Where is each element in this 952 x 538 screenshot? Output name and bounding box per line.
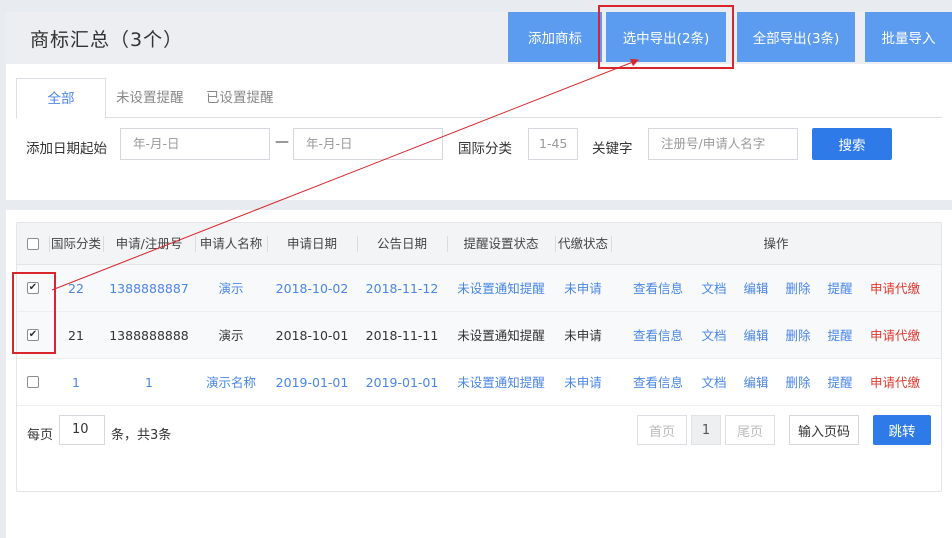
first-page-button[interactable]: 首页 xyxy=(637,415,687,445)
col-actions: 操作 xyxy=(763,236,789,251)
table-header: 国际分类 申请/注册号 申请人名称 申请日期 公告日期 提醒设置状态 代缴状态 … xyxy=(17,223,941,265)
cell-proxy-status: 未申请 xyxy=(564,375,602,390)
remind-link[interactable]: 提醒 xyxy=(823,312,857,359)
add-trademark-button[interactable]: 添加商标 xyxy=(508,12,602,62)
cell-apply-date: 2018-10-02 xyxy=(275,281,349,296)
class-label: 国际分类 xyxy=(458,141,512,157)
keyword-input[interactable]: 注册号/申请人名字 xyxy=(648,128,798,160)
col-apply-date: 申请日期 xyxy=(286,236,337,251)
cell-apply-date: 2019-01-01 xyxy=(275,375,349,390)
view-info-link[interactable]: 查看信息 xyxy=(623,359,693,406)
jump-button[interactable]: 跳转 xyxy=(873,415,931,445)
cell-reg-no[interactable]: 1388888887 xyxy=(103,265,195,312)
remind-link[interactable]: 提醒 xyxy=(823,359,857,406)
trademark-table: 国际分类 申请/注册号 申请人名称 申请日期 公告日期 提醒设置状态 代缴状态 … xyxy=(16,222,942,492)
tab-all[interactable]: 全部 xyxy=(16,78,106,119)
delete-link[interactable]: 删除 xyxy=(781,312,815,359)
view-info-link[interactable]: 查看信息 xyxy=(623,312,693,359)
cell-announce-date: 2018-11-11 xyxy=(365,328,439,343)
col-proxy-status: 代缴状态 xyxy=(557,236,608,251)
document-link[interactable]: 文档 xyxy=(697,265,731,312)
tab-bar: 全部 未设置提醒 已设置提醒 xyxy=(16,78,942,119)
apply-proxy-link[interactable]: 申请代缴 xyxy=(865,359,925,406)
edit-link[interactable]: 编辑 xyxy=(739,359,773,406)
cell-apply-date: 2018-10-01 xyxy=(275,328,349,343)
page: 商标汇总（3个） 添加商标 选中导出(2条) 全部导出(3条) 批量导入 全部 … xyxy=(0,0,952,538)
row-checkbox[interactable]: ✔ xyxy=(27,329,39,341)
col-reminder-status: 提醒设置状态 xyxy=(463,236,539,251)
delete-link[interactable]: 删除 xyxy=(781,359,815,406)
tab-unset-reminder[interactable]: 未设置提醒 xyxy=(116,78,184,119)
tab-set-reminder[interactable]: 已设置提醒 xyxy=(206,78,274,119)
cell-class: 21 xyxy=(68,328,84,343)
cell-proxy-status: 未申请 xyxy=(564,281,602,296)
export-all-button[interactable]: 全部导出(3条) xyxy=(737,12,855,62)
cell-class: 1 xyxy=(72,375,80,390)
cell-reminder-status: 未设置通知提醒 xyxy=(457,328,545,343)
table-row: 1 1 演示名称 2019-01-01 2019-01-01 未设置通知提醒 未… xyxy=(17,359,941,406)
table-row: ✔ 21 1388888888 演示 2018-10-01 2018-11-11… xyxy=(17,312,941,359)
date-to-input[interactable]: 年-月-日 xyxy=(293,128,443,160)
cell-reg-no[interactable]: 1388888888 xyxy=(103,312,195,359)
cell-reminder-status: 未设置通知提醒 xyxy=(457,281,545,296)
edit-link[interactable]: 编辑 xyxy=(739,312,773,359)
total-summary: 条，共3条 xyxy=(111,428,172,443)
apply-proxy-link[interactable]: 申请代缴 xyxy=(865,312,925,359)
col-applicant: 申请人名称 xyxy=(199,236,263,251)
page-title: 商标汇总（3个） xyxy=(30,29,184,51)
document-link[interactable]: 文档 xyxy=(697,312,731,359)
cell-announce-date: 2019-01-01 xyxy=(365,375,439,390)
row-checkbox[interactable] xyxy=(27,376,39,388)
remind-link[interactable]: 提醒 xyxy=(823,265,857,312)
export-selected-button[interactable]: 选中导出(2条) xyxy=(606,12,726,62)
cell-applicant: 演示名称 xyxy=(205,375,256,390)
col-class: 国际分类 xyxy=(50,236,101,251)
view-info-link[interactable]: 查看信息 xyxy=(623,265,693,312)
keyword-label: 关键字 xyxy=(592,141,633,157)
class-input[interactable]: 1-45 xyxy=(528,128,578,160)
cell-reg-no[interactable]: 1 xyxy=(103,359,195,406)
per-page-input[interactable]: 10 xyxy=(59,415,105,445)
cell-reminder-status: 未设置通知提醒 xyxy=(457,375,545,390)
table-panel: 国际分类 申请/注册号 申请人名称 申请日期 公告日期 提醒设置状态 代缴状态 … xyxy=(6,210,952,538)
current-page[interactable]: 1 xyxy=(691,415,721,445)
pagination: 每页 10 条，共3条 首页 1 尾页 输入页码 跳转 xyxy=(17,415,941,449)
filter-row: 添加日期起始 年-月-日 — 年-月-日 国际分类 1-45 关键字 注册号/申… xyxy=(6,128,952,162)
top-panel: 商标汇总（3个） 添加商标 选中导出(2条) 全部导出(3条) 批量导入 全部 … xyxy=(6,12,952,200)
batch-import-button[interactable]: 批量导入 xyxy=(865,12,952,62)
page-number-input[interactable]: 输入页码 xyxy=(789,415,859,445)
cell-proxy-status: 未申请 xyxy=(564,328,602,343)
col-announce-date: 公告日期 xyxy=(376,236,427,251)
search-button[interactable]: 搜索 xyxy=(812,128,892,160)
cell-applicant: 演示 xyxy=(218,281,244,296)
per-page-label: 每页 xyxy=(27,428,54,443)
row-checkbox[interactable]: ✔ xyxy=(27,282,39,294)
date-range-separator: — xyxy=(275,134,289,150)
col-reg-no: 申请/注册号 xyxy=(115,236,183,251)
cell-announce-date: 2018-11-12 xyxy=(365,281,439,296)
cell-class: 22 xyxy=(68,281,84,296)
delete-link[interactable]: 删除 xyxy=(781,265,815,312)
date-from-input[interactable]: 年-月-日 xyxy=(120,128,270,160)
title-bar: 商标汇总（3个） 添加商标 选中导出(2条) 全部导出(3条) 批量导入 xyxy=(6,12,952,64)
apply-proxy-link[interactable]: 申请代缴 xyxy=(865,265,925,312)
edit-link[interactable]: 编辑 xyxy=(739,265,773,312)
last-page-button[interactable]: 尾页 xyxy=(725,415,775,445)
table-row: ✔ 22 1388888887 演示 2018-10-02 2018-11-12… xyxy=(17,265,941,312)
select-all-checkbox[interactable] xyxy=(27,237,39,250)
document-link[interactable]: 文档 xyxy=(697,359,731,406)
cell-applicant: 演示 xyxy=(218,328,244,343)
date-start-label: 添加日期起始 xyxy=(26,141,107,157)
